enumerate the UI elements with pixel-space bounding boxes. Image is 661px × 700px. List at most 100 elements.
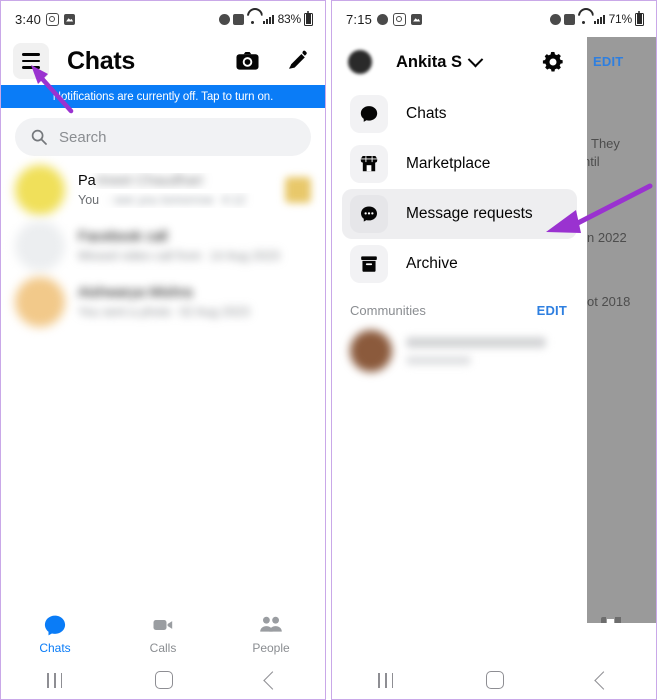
home-icon[interactable] — [485, 671, 504, 689]
home-icon[interactable] — [154, 671, 173, 689]
message-requests-icon — [350, 195, 388, 233]
chevron-down-icon[interactable] — [467, 51, 484, 67]
hamburger-line — [22, 59, 40, 63]
drawer-item-chats[interactable]: Chats — [342, 89, 577, 139]
status-bar-left: 7:15 — [346, 12, 423, 27]
tab-label: Chats — [39, 641, 71, 655]
right-status-bar: 7:15 71% — [332, 1, 656, 37]
status-bar-left: 3:40 — [15, 11, 76, 27]
camera-blocked-icon — [232, 13, 244, 25]
drawer-item-label: Message requests — [406, 205, 533, 222]
chat-snippet: You sent a photo 02 Aug 2023 — [78, 305, 311, 320]
avatar[interactable] — [348, 50, 372, 74]
instagram-icon — [46, 12, 60, 26]
avatar — [15, 165, 65, 215]
back-icon[interactable] — [262, 670, 282, 690]
chat-name: Pa rineet Chaudhari — [78, 173, 272, 189]
chat-snippet: You: see you tomorrow 4:12 — [78, 193, 272, 208]
communities-title: Communities — [350, 303, 426, 318]
status-time: 3:40 — [15, 11, 42, 27]
chat-snippet-visible: You — [78, 193, 100, 207]
signal-icon — [593, 14, 606, 24]
chat-list: Pa rineet Chaudhari You: see you tomorrow… — [1, 162, 325, 330]
chat-name-blurred: Facebook call — [78, 228, 168, 245]
battery-percent: 71% — [608, 12, 633, 26]
recents-icon[interactable] — [378, 672, 394, 688]
overlay-text-fragment: ntil — [585, 154, 600, 169]
pencil-compose-icon[interactable] — [283, 47, 311, 75]
chat-text-block: Pa rineet Chaudhari You: see you tomorrow… — [78, 173, 272, 208]
search-placeholder: Search — [59, 128, 107, 146]
chat-list-item[interactable]: Aishwarya Mishra You sent a photo 02 Aug… — [1, 274, 325, 330]
tab-chats[interactable]: Chats — [1, 613, 109, 655]
drawer-screen: EDIT They ntil n 2022 ot 2018 Stories An… — [332, 37, 656, 661]
left-app-bar: Chats — [1, 37, 325, 85]
drawer-item-marketplace[interactable]: Marketplace — [342, 139, 577, 189]
avatar — [15, 277, 65, 327]
drawer-item-label: Chats — [406, 105, 447, 122]
chat-text-block: Facebook call Missed video call from 14 … — [78, 229, 311, 264]
drawer-item-archive[interactable]: Archive — [342, 239, 577, 289]
drawer-header: Ankita S — [332, 37, 587, 87]
camera-icon[interactable] — [233, 47, 261, 75]
avatar — [350, 330, 392, 372]
app-bar-actions — [233, 47, 311, 75]
community-list-item[interactable] — [332, 322, 587, 380]
recents-icon[interactable] — [47, 672, 63, 688]
communities-header: Communities EDIT — [332, 289, 587, 322]
avatar — [15, 221, 65, 271]
storefront-icon — [350, 145, 388, 183]
hamburger-menu-icon[interactable] — [13, 43, 49, 79]
back-icon[interactable] — [593, 670, 613, 690]
community-text-block — [406, 337, 569, 365]
chat-name: Aishwarya Mishra — [78, 285, 311, 301]
navigation-drawer: Ankita S Chats Marketplace Message reque… — [332, 37, 587, 623]
photos-icon — [411, 13, 423, 25]
instagram-icon — [393, 12, 407, 26]
hamburger-line — [22, 66, 40, 69]
gear-icon[interactable] — [541, 50, 565, 74]
tab-label: Calls — [149, 641, 177, 655]
search-input[interactable]: Search — [15, 118, 311, 156]
tab-calls[interactable]: Calls — [109, 613, 217, 655]
profile-name[interactable]: Ankita S — [396, 53, 462, 72]
right-phone-screenshot: 7:15 71% EDIT They ntil n 2022 ot — [331, 0, 657, 700]
bottom-tab-bar: Chats Calls People — [1, 607, 325, 661]
chat-snippet-blurred: You sent a photo — [78, 305, 172, 319]
alarm-icon — [218, 13, 230, 25]
messenger-icon — [377, 13, 389, 25]
chat-list-item[interactable]: Facebook call Missed video call from 14 … — [1, 218, 325, 274]
android-nav-bar — [1, 661, 325, 699]
people-icon — [260, 616, 282, 632]
chat-name-blurred: Aishwarya Mishra — [78, 284, 193, 301]
chat-list-item[interactable]: Pa rineet Chaudhari You: see you tomorrow… — [1, 162, 325, 218]
battery-icon — [304, 10, 313, 26]
drawer-menu: Chats Marketplace Message requests Archi… — [332, 87, 587, 289]
hamburger-line — [22, 53, 40, 56]
battery-icon — [635, 10, 644, 26]
community-subtitle-blurred — [406, 356, 472, 365]
archive-box-icon — [350, 245, 388, 283]
dim-overlay[interactable]: EDIT They ntil n 2022 ot 2018 Stories — [585, 37, 656, 623]
overlay-edit-label[interactable]: EDIT — [593, 54, 623, 69]
status-bar-right: 83% — [218, 10, 313, 26]
signal-icon — [262, 14, 275, 24]
left-status-bar: 3:40 83% — [1, 1, 325, 37]
chat-name-blurred: rineet Chaudhari — [95, 172, 203, 189]
chat-snippet-blurred: Missed video call from — [78, 249, 202, 263]
chat-bubble-icon — [44, 615, 66, 636]
drawer-item-message-requests[interactable]: Message requests — [342, 189, 577, 239]
tab-people[interactable]: People — [217, 613, 325, 655]
notification-banner[interactable]: Notifications are currently off. Tap to … — [1, 85, 325, 108]
tab-label: People — [252, 641, 290, 655]
battery-percent: 83% — [277, 12, 302, 26]
communities-edit-button[interactable]: EDIT — [537, 303, 567, 318]
chat-timestamp: 4:12 — [221, 193, 246, 207]
list-empty-space — [1, 330, 325, 607]
search-icon — [31, 129, 47, 145]
drawer-item-label: Marketplace — [406, 155, 491, 172]
drawer-item-label: Archive — [406, 255, 458, 272]
screenshot-stage: 3:40 83% Chats Notifications are current… — [0, 0, 661, 700]
chat-bubble-icon — [350, 95, 388, 133]
alarm-icon — [549, 13, 561, 25]
